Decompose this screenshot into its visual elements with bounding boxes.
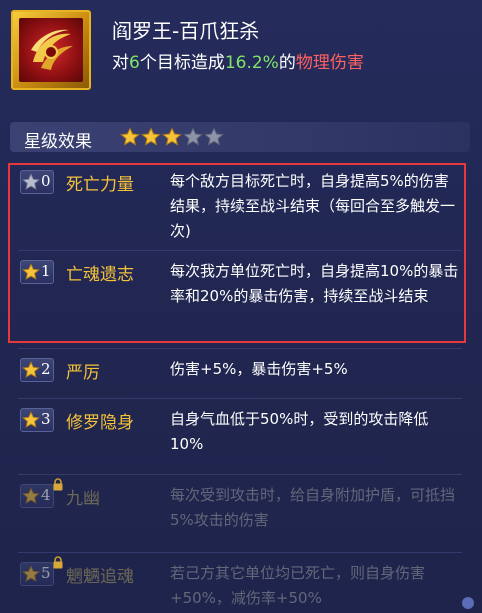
star-empty-icon xyxy=(183,127,203,147)
target-count: 6 xyxy=(129,53,140,73)
lock-icon xyxy=(52,554,64,569)
star-icon xyxy=(22,173,40,191)
star-effect-name: 严厉 xyxy=(66,363,100,383)
star-icon xyxy=(22,487,40,505)
star-effect-name: 修罗隐身 xyxy=(66,413,134,433)
star-level-number: 0 xyxy=(41,172,51,190)
row-divider xyxy=(18,474,462,475)
star-level-badge: 1 xyxy=(20,260,54,284)
star-icon xyxy=(22,565,40,583)
star-level-badge: 5 xyxy=(20,562,54,586)
star-effect-description: 每次受到攻击时，给自身附加护盾，可抵挡5%攻击的伤害 xyxy=(170,486,456,529)
star-effect-description: 若己方其它单位均已死亡，则自身伤害+50%，减伤率+50% xyxy=(170,564,426,607)
star-effect-name: 亡魂遗志 xyxy=(66,265,134,285)
row-divider xyxy=(18,552,462,553)
scroll-indicator[interactable] xyxy=(462,597,474,609)
star-level-badge: 2 xyxy=(20,358,54,382)
star-level-number: 3 xyxy=(41,410,51,428)
star-effects-label: 星级效果 xyxy=(24,132,92,152)
damage-percent: 16.2% xyxy=(224,53,279,73)
star-rating xyxy=(120,127,224,147)
star-level-badge: 3 xyxy=(20,408,54,432)
skill-icon[interactable] xyxy=(11,10,91,90)
skill-title: 阎罗王-百爪狂杀 xyxy=(112,19,260,43)
star-level-number: 1 xyxy=(41,262,51,280)
skill-description: 对6个目标造成16.2%的物理伤害 xyxy=(112,48,364,73)
star-icon xyxy=(22,263,40,281)
lock-icon xyxy=(52,476,64,491)
star-effects-header: 星级效果 xyxy=(10,122,470,152)
row-divider xyxy=(18,250,462,251)
star-icon xyxy=(22,411,40,429)
star-filled-icon xyxy=(120,127,140,147)
row-divider xyxy=(18,348,462,349)
star-empty-icon xyxy=(204,127,224,147)
star-effect-name: 死亡力量 xyxy=(66,175,134,195)
star-effect-description: 自身气血低于50%时，受到的攻击降低10% xyxy=(170,410,429,453)
star-level-number: 5 xyxy=(41,564,51,582)
damage-type: 物理伤害 xyxy=(295,53,364,73)
desc-of: 的 xyxy=(278,53,296,73)
star-level-number: 2 xyxy=(41,360,51,378)
star-filled-icon xyxy=(141,127,161,147)
desc-prefix: 对 xyxy=(112,53,129,73)
star-effect-description: 每个敌方目标死亡时，自身提高5%的伤害结果，持续至战斗结束（每回合至多触发一次) xyxy=(170,172,456,240)
star-effects-list: 0 死亡力量 每个敌方目标死亡时，自身提高5%的伤害结果，持续至战斗结束（每回合至多… xyxy=(10,160,470,613)
star-icon xyxy=(22,361,40,379)
claw-slash-icon xyxy=(19,18,83,82)
star-effect-name: 魍魉追魂 xyxy=(66,567,134,587)
star-level-badge: 4 xyxy=(20,484,54,508)
star-level-badge: 0 xyxy=(20,170,54,194)
star-effect-description: 伤害+5%，暴击伤害+5% xyxy=(170,360,348,378)
row-divider xyxy=(18,398,462,399)
desc-middle: 个目标造成 xyxy=(139,53,225,73)
star-level-number: 4 xyxy=(41,486,51,504)
star-effect-name: 九幽 xyxy=(66,489,100,509)
star-effect-description: 每次我方单位死亡时，自身提高10%的暴击率和20%的暴击伤害，持续至战斗结束 xyxy=(170,262,459,305)
star-filled-icon xyxy=(162,127,182,147)
